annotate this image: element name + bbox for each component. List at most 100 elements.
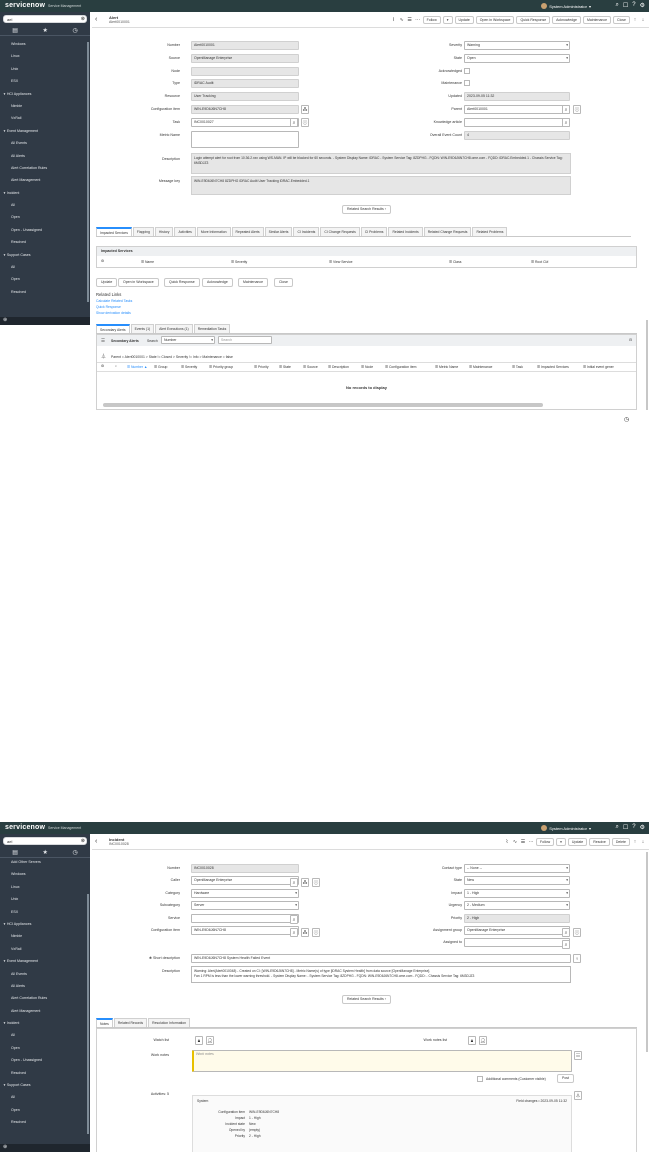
arrow-down-icon[interactable]: ↓	[640, 839, 646, 845]
nav-item-open[interactable]: Open	[0, 1042, 86, 1054]
knowledge-search-icon[interactable]: ⌕	[562, 118, 570, 127]
column-search-icon[interactable]: ⌕	[115, 364, 117, 368]
nav-item-all-alerts[interactable]: All Alerts	[0, 150, 86, 162]
nav-item-unix[interactable]: Unix	[0, 63, 86, 75]
open-in-workspace-button[interactable]: Open in Workspace	[475, 16, 515, 24]
list-settings-icon[interactable]: ⚙	[101, 259, 104, 263]
favorites-star-icon[interactable]: ★	[43, 849, 48, 856]
checkbox-maintenance[interactable]	[464, 80, 470, 87]
nav-item-add-other-servers[interactable]: Add Other Servers	[0, 856, 86, 868]
nav-item-event-management[interactable]: Event Management	[0, 125, 86, 137]
col-priority-group[interactable]: ☰ Priority group	[209, 365, 233, 369]
arrow-up-icon[interactable]: ↑	[632, 17, 638, 23]
col-priority[interactable]: ☰ Priority	[254, 365, 269, 369]
field-service[interactable]	[191, 913, 299, 923]
col-name[interactable]: ☰ Name	[141, 260, 154, 264]
caller-tree-icon[interactable]: ⁂	[301, 878, 309, 887]
collapse-icon[interactable]: ⊟	[629, 338, 632, 342]
tab-history[interactable]: History	[154, 227, 174, 236]
nav-item-all-events[interactable]: All Events	[0, 137, 86, 149]
search-field-select[interactable]: Number	[161, 336, 215, 344]
col-maintenance[interactable]: ☰ Maintenance	[469, 365, 492, 369]
nav-item-esx[interactable]: ESX	[0, 75, 86, 87]
nav-item-all[interactable]: All	[0, 199, 86, 211]
maintenance-button[interactable]: Maintenance	[583, 16, 612, 24]
suggestion-icon[interactable]: ♀	[573, 954, 581, 963]
clear-icon[interactable]: ⊗	[81, 838, 85, 844]
field-impact[interactable]: 1 - High	[464, 888, 570, 898]
all-apps-icon[interactable]: ▤	[12, 27, 18, 34]
activity-icon[interactable]: ∿	[512, 839, 518, 845]
acknowledge-button[interactable]: Acknowledge	[552, 16, 581, 24]
horizontal-scrollbar[interactable]	[103, 403, 543, 407]
caller-search-icon[interactable]: ⌕	[290, 878, 298, 887]
tab-activities[interactable]: Activities	[174, 227, 196, 236]
plus-circle-icon[interactable]: ⊕	[3, 317, 7, 323]
nav-item-support-cases[interactable]: Support Cases	[0, 249, 86, 261]
checkbox-acknowledged[interactable]	[464, 67, 470, 74]
col-metric-name[interactable]: ☰ Metric Name	[435, 365, 458, 369]
navigator-filter-input[interactable]: ael ⊗	[3, 837, 87, 845]
nav-item-hci-appliances[interactable]: HCI Appliances	[0, 88, 86, 100]
description-field[interactable]: Warning: Alert(Alert0010048) - Created o…	[191, 966, 571, 983]
tab-related-records[interactable]: Related Records	[113, 1018, 148, 1027]
tree-icon[interactable]: ⁂	[301, 105, 309, 114]
field-metric-name[interactable]	[191, 130, 299, 148]
nav-item-resolved[interactable]: Resolved	[0, 286, 86, 298]
tab-ci-incidents[interactable]: CI Incidents	[293, 227, 320, 236]
tab-impacted-services[interactable]: Impacted Services	[96, 227, 132, 236]
calculate-related-tasks-link[interactable]: Calculate Related Tasks	[96, 299, 132, 303]
nav-item-open[interactable]: Open	[0, 211, 86, 223]
ci-info-icon[interactable]: ⓘ	[312, 928, 320, 937]
col-initial-event-gener[interactable]: ☰ Initial event gener	[583, 365, 614, 369]
tab-notes[interactable]: Notes	[96, 1018, 113, 1027]
nav-item-alert-management[interactable]: Alert Management	[0, 1005, 86, 1017]
ci-tree-icon[interactable]: ⁂	[301, 928, 309, 937]
nav-item-open[interactable]: Open	[0, 1104, 86, 1116]
ci-search-icon[interactable]: ⌕	[290, 928, 298, 937]
follow-button[interactable]: Follow	[422, 16, 441, 24]
nav-item-nimble[interactable]: Nimble	[0, 930, 86, 942]
nav-item-open-unassigned[interactable]: Open - Unassigned	[0, 1054, 86, 1066]
nav-item-all-alerts[interactable]: All Alerts	[0, 980, 86, 992]
activity-icon[interactable]: ∿	[399, 17, 405, 23]
quick-response-link[interactable]: Quick Response	[96, 305, 121, 309]
field-category[interactable]: Hardware	[191, 888, 299, 898]
activity-filter-icon[interactable]: ⏃	[574, 1091, 582, 1100]
more-options-icon[interactable]: ···	[528, 839, 534, 845]
arrow-down-icon[interactable]: ↓	[640, 17, 646, 23]
nav-item-vxrail[interactable]: VxRail	[0, 112, 86, 124]
tab-related-incidents[interactable]: Related Incidents	[388, 227, 423, 236]
tab-alert-executions-1[interactable]: Alert Executions (1)	[155, 324, 193, 333]
bottom-acknowledge-button[interactable]: Acknowledge	[202, 278, 233, 287]
paperclip-icon[interactable]: ⌇	[391, 17, 397, 23]
col-severity[interactable]: ☰ Severity	[181, 365, 197, 369]
col-task[interactable]: ☰ Task	[512, 365, 523, 369]
field-state[interactable]: Open	[464, 53, 570, 63]
parent-search-icon[interactable]: ⌕	[562, 105, 570, 114]
nav-item-windows[interactable]: Windows	[0, 38, 86, 50]
watch-list-add-icon[interactable]: 👤︎	[206, 1036, 214, 1045]
nav-item-open[interactable]: Open	[0, 273, 86, 285]
list-settings-icon[interactable]: ⚙	[101, 364, 104, 368]
work-notes-list-lock-icon[interactable]: 🔒︎	[468, 1036, 476, 1045]
all-apps-icon[interactable]: ▤	[12, 849, 18, 856]
nav-item-linux[interactable]: Linux	[0, 881, 86, 893]
service-search-icon[interactable]: ⌕	[290, 915, 298, 924]
bottom-update-button[interactable]: Update	[96, 278, 118, 287]
nav-item-all[interactable]: All	[0, 1091, 86, 1103]
tab-similar-alerts[interactable]: Similar Alerts	[264, 227, 293, 236]
page-scrollbar[interactable]	[646, 320, 648, 410]
post-button[interactable]: Post	[557, 1074, 575, 1083]
history-clock-icon[interactable]: ◷	[72, 849, 77, 856]
nav-item-linux[interactable]: Linux	[0, 50, 86, 62]
nav-item-alert-correlation-rules[interactable]: Alert Correlation Rules	[0, 992, 86, 1004]
nav-item-resolved[interactable]: Resolved	[0, 236, 86, 248]
list-menu-icon[interactable]: ☰	[101, 338, 105, 344]
field-configuration-item[interactable]: WIN-E9D6J6N7CH8	[191, 926, 299, 935]
page-scrollbar[interactable]	[646, 852, 648, 1052]
field-caller[interactable]: OpenManage Enterprise	[191, 876, 299, 886]
col-severity[interactable]: ☰ Severity	[231, 260, 247, 264]
history-clock-icon[interactable]: ◷	[72, 27, 77, 34]
field-state[interactable]: New	[464, 876, 570, 886]
